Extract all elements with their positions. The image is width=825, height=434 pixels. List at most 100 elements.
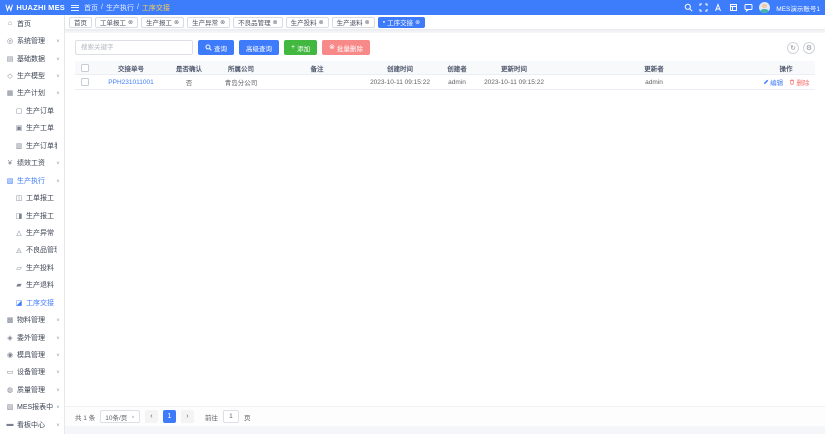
equipment-icon: ▭ [6,368,14,376]
order-icon: ▢ [15,107,23,115]
message-icon[interactable] [744,3,753,12]
sidebar-collapse-icon[interactable] [71,5,79,11]
sidebar-item-order-board[interactable]: ▥ 生产订单看板 [0,137,64,154]
report-icon: ◫ [15,194,23,202]
sidebar-item-production-order[interactable]: ▢ 生产订单 [0,102,64,119]
chevron-down-icon: ∨ [56,318,60,323]
close-icon[interactable]: ⊗ [415,19,420,26]
goto-page-input[interactable] [223,410,239,423]
breadcrumb-current: 工序交接 [142,3,170,13]
sidebar-item-production-execution[interactable]: ▧ 生产执行 ∧ [0,172,64,189]
report-center-icon: ▨ [6,403,14,411]
language-icon[interactable] [714,3,723,12]
report-icon: ◨ [15,212,23,220]
tab-material-feed[interactable]: 生产投料 ⊗ [286,17,329,28]
chevron-down-icon: ∨ [56,370,60,375]
close-icon[interactable]: ⊗ [128,19,133,26]
breadcrumb-section[interactable]: 生产执行 [106,3,134,13]
delete-icon: ⊗ [329,44,335,51]
sidebar-item-process-handover[interactable]: ◪ 工序交接 [0,294,64,311]
sidebar-item-production-plan[interactable]: ▦ 生产计划 ∧ [0,85,64,102]
sidebar-item-mes-report-center[interactable]: ▨ MES报表中心 ∨ [0,399,64,416]
refresh-icon[interactable]: ↻ [787,42,799,54]
select-all-checkbox[interactable] [81,64,89,72]
sidebar-item-material-feed[interactable]: ▱ 生产投料 [0,259,64,276]
breadcrumb-separator: / [101,4,103,11]
tab-process-handover[interactable]: ● 工序交接 ⊗ [378,17,425,28]
next-page-button[interactable]: › [181,410,194,423]
sidebar-item-production-exception[interactable]: △ 生产异常 [0,224,64,241]
close-icon[interactable]: ⊗ [220,19,225,26]
database-icon: ▤ [6,55,14,63]
tab-home[interactable]: 首页 [69,17,92,28]
sidebar-item-home[interactable]: ⌂ 首页 [0,15,64,32]
app-logo[interactable]: HUAZHI MES [0,3,65,12]
sidebar-item-board-center[interactable]: ▬ 看板中心 ∨ [0,416,64,433]
sidebar-item-base-data[interactable]: ▤ 基础数据 ∨ [0,50,64,67]
workorder-icon: ▣ [15,124,23,132]
row-checkbox[interactable] [81,78,89,86]
add-button[interactable]: + 添加 [284,40,317,55]
page-layout: ⌂ 首页 ◎ 系统管理 ∨ ▤ 基础数据 ∨ ◇ 生产模型 ∨ ▦ 生产计划 ∧… [0,15,825,434]
sidebar-item-equipment-mgmt[interactable]: ▭ 设备管理 ∨ [0,364,64,381]
handover-table: 交接单号 是否确认 所属公司 备注 创建时间 创建者 更新时间 更新者 操作 P… [75,61,815,90]
sidebar-item-defective-mgmt[interactable]: ◬ 不良品管理 [0,242,64,259]
tab-production-report[interactable]: 生产报工 ⊗ [141,17,184,28]
sidebar-item-production-workorder[interactable]: ▣ 生产工单 [0,120,64,137]
tab-production-exception[interactable]: 生产异常 ⊗ [187,17,230,28]
col-header-actions: 操作 [757,63,815,73]
tab-material-return[interactable]: 生产退料 ⊗ [332,17,375,28]
table-header-row: 交接单号 是否确认 所属公司 备注 创建时间 创建者 更新时间 更新者 操作 [75,61,815,75]
chevron-down-icon: ∨ [56,388,60,393]
prev-page-button[interactable]: ‹ [145,410,158,423]
plus-icon: + [291,44,295,51]
col-header-creator: 创建者 [437,63,477,73]
breadcrumb-separator: / [137,4,139,11]
chevron-down-icon: ∨ [56,353,60,358]
sidebar-item-quality-mgmt[interactable]: ◍ 质量管理 ∨ [0,381,64,398]
layout-icon[interactable] [729,3,738,12]
chevron-down-icon: ∨ [131,414,135,419]
username[interactable]: MES演示账号1 [776,3,820,13]
sidebar-item-mold-mgmt[interactable]: ◉ 模具管理 ∨ [0,346,64,363]
outsourcing-icon: ◈ [6,334,14,342]
user-avatar[interactable] [759,2,770,13]
delete-action[interactable]: 删除 [789,77,810,87]
chevron-down-icon: ∨ [56,422,60,427]
mold-icon: ◉ [6,351,14,359]
active-dot-icon: ● [383,20,385,24]
breadcrumb: 首页 / 生产执行 / 工序交接 [84,3,170,13]
breadcrumb-home[interactable]: 首页 [84,3,98,13]
tab-defective-mgmt[interactable]: 不良品管理 ⊗ [233,17,283,28]
sidebar-item-outsourcing-mgmt[interactable]: ◈ 委外管理 ∨ [0,329,64,346]
close-icon[interactable]: ⊗ [174,19,179,26]
fullscreen-icon[interactable] [699,3,708,12]
search-icon[interactable] [684,3,693,12]
query-button[interactable]: 查询 [198,40,234,55]
edit-pencil-icon [763,79,769,85]
handover-no-link[interactable]: PPH231011001 [108,79,153,86]
sidebar-item-material-mgmt[interactable]: ▩ 物料管理 ∨ [0,311,64,328]
edit-action[interactable]: 编辑 [763,77,784,87]
advanced-query-button[interactable]: 高级查询 [239,40,279,55]
col-header-remark: 备注 [271,63,363,73]
column-settings-icon[interactable]: ⚙ [803,42,815,54]
close-icon[interactable]: ⊗ [273,19,278,26]
sidebar-item-system-mgmt[interactable]: ◎ 系统管理 ∨ [0,32,64,49]
quality-icon: ◍ [6,386,14,394]
tab-workorder-report[interactable]: 工单报工 ⊗ [95,17,138,28]
batch-delete-button[interactable]: ⊗ 批量删除 [322,40,370,55]
page-size-select[interactable]: 10条/页 ∨ [100,410,140,423]
search-input[interactable] [75,40,193,55]
close-icon[interactable]: ⊗ [319,19,324,26]
wage-icon: ¥ [6,160,14,167]
sidebar-item-production-report[interactable]: ◨ 生产报工 [0,207,64,224]
sidebar-item-material-return[interactable]: ▰ 生产退料 [0,277,64,294]
close-icon[interactable]: ⊗ [365,19,370,26]
page-1-button[interactable]: 1 [163,410,176,423]
logo-w-icon [5,3,13,12]
sidebar-item-piece-wage[interactable]: ¥ 绩效工资 ∨ [0,155,64,172]
execution-icon: ▧ [6,177,14,185]
sidebar-item-workorder-report[interactable]: ◫ 工单报工 [0,189,64,206]
sidebar-item-production-model[interactable]: ◇ 生产模型 ∨ [0,67,64,84]
